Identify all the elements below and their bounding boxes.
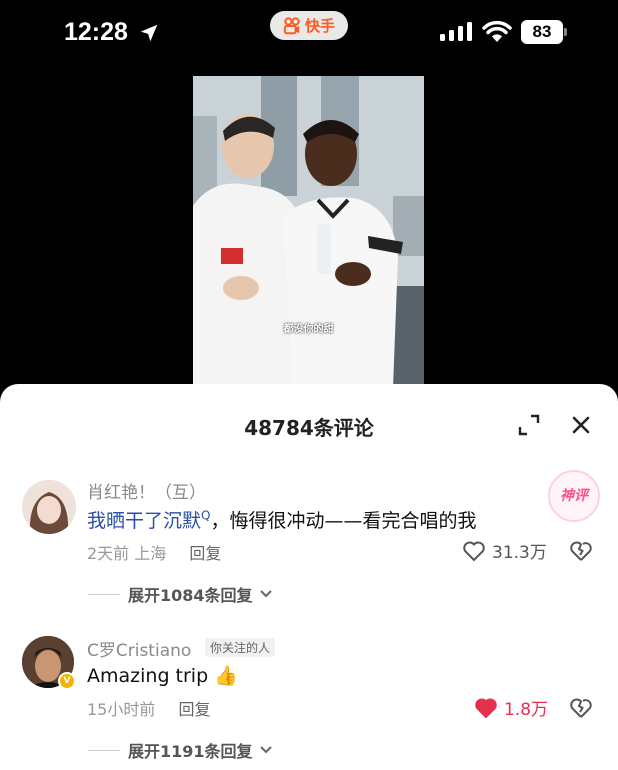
location-arrow-icon — [140, 24, 158, 42]
comment-time: 15小时前 — [87, 700, 156, 719]
like-count: 1.8万 — [504, 700, 549, 720]
video-player[interactable]: 都没你的甜 — [193, 76, 424, 388]
comment-location: 上海 — [134, 544, 167, 563]
status-time: 12:28 — [64, 18, 128, 46]
divider-dash — [88, 749, 120, 751]
heart-outline-icon — [463, 541, 485, 561]
chevron-down-icon — [259, 590, 272, 598]
battery-indicator: 83 — [521, 20, 567, 44]
reply-button[interactable]: 回复 — [189, 544, 221, 563]
comment-text-body: Amazing trip — [87, 665, 209, 687]
verified-badge-icon: V — [58, 672, 76, 690]
comment-username[interactable]: 肖红艳！（互） — [87, 478, 206, 503]
cellular-signal-icon — [440, 22, 472, 41]
comment-text: Amazing trip 👍 — [87, 664, 238, 687]
comment-username[interactable]: C罗Cristiano — [87, 636, 191, 661]
following-tag: 你关注的人 — [205, 638, 276, 657]
comment-text-rest: ，悔得很冲动——看完合唱的我 — [210, 510, 477, 532]
video-subtitle: 都没你的甜 — [283, 324, 334, 335]
comments-panel: 48784条评论 肖红艳！（互） 神评 我晒干了沉默Q，悔得很冲动——看完合唱的… — [0, 384, 618, 770]
expand-replies-label: 展开1084条回复 — [128, 586, 253, 605]
reply-button[interactable]: 回复 — [178, 700, 210, 719]
fullscreen-expand-icon[interactable] — [518, 414, 540, 436]
comment-time: 2天前 — [87, 544, 130, 563]
wifi-icon — [482, 20, 512, 42]
close-icon[interactable] — [570, 414, 592, 436]
chevron-down-icon — [259, 746, 272, 754]
broken-heart-icon[interactable] — [569, 697, 593, 719]
video-frame — [193, 76, 424, 388]
comment-meta: 2天前 上海 回复 — [87, 540, 221, 564]
comment-search-link[interactable]: 我晒干了沉默 — [87, 510, 201, 532]
status-bar: 12:28 快手 83 — [0, 0, 618, 66]
avatar[interactable] — [22, 480, 76, 534]
expand-replies-button[interactable]: 展开1191条回复 — [88, 738, 273, 762]
like-count: 31.3万 — [492, 543, 547, 563]
broken-heart-icon[interactable] — [569, 540, 593, 562]
avatar-image — [22, 480, 76, 534]
like-button[interactable]: 31.3万 — [462, 538, 547, 563]
expand-replies-button[interactable]: 展开1084条回复 — [88, 582, 273, 606]
expand-replies-label: 展开1191条回复 — [128, 742, 253, 761]
comment-text: 我晒干了沉默Q，悔得很冲动——看完合唱的我 — [87, 506, 476, 533]
comment-meta: 15小时前 回复 — [87, 696, 210, 720]
like-button[interactable]: 1.8万 — [474, 695, 548, 720]
kuaishou-logo-icon — [283, 16, 300, 34]
god-comment-badge: 神评 — [548, 470, 600, 522]
divider-dash — [88, 593, 120, 595]
battery-cap — [564, 28, 567, 36]
battery-level: 83 — [521, 20, 563, 44]
heart-filled-icon — [475, 698, 497, 718]
app-indicator[interactable]: 快手 — [270, 11, 348, 40]
thumbs-up-emoji: 👍 — [214, 665, 238, 687]
app-name: 快手 — [304, 17, 335, 35]
